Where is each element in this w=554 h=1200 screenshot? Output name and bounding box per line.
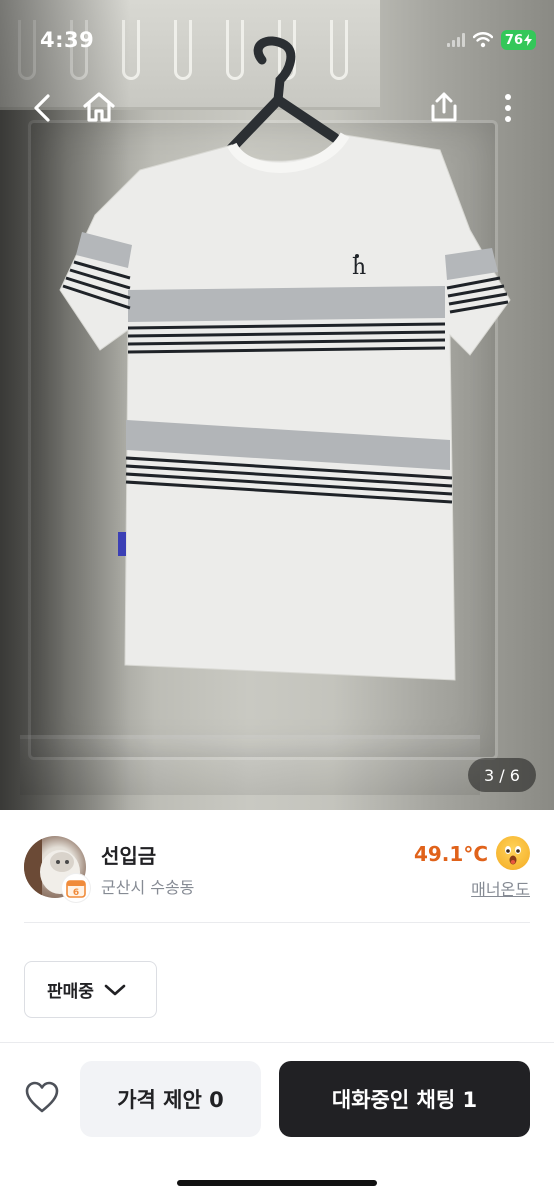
wifi-icon	[472, 32, 493, 48]
charging-icon	[524, 34, 532, 46]
manner-temperature: 49.1°C	[413, 842, 488, 866]
image-counter: 3 / 6	[468, 758, 536, 792]
battery-level: 76	[504, 32, 523, 48]
battery-indicator: 76	[500, 30, 536, 50]
like-button[interactable]	[24, 1080, 60, 1114]
status-time: 4:39	[40, 28, 95, 52]
manner-temperature-link[interactable]: 매너온도	[471, 876, 530, 900]
share-icon	[431, 92, 457, 122]
chevron-down-icon	[104, 984, 126, 995]
section-divider	[24, 922, 530, 923]
signal-icon	[446, 33, 465, 47]
more-button[interactable]	[492, 88, 524, 128]
product-photo[interactable]: h 4:39 76 3 / 6	[0, 0, 554, 810]
temperature-face-icon	[496, 836, 530, 870]
home-indicator	[177, 1180, 377, 1186]
seller-location: 군산시 수송동	[101, 878, 195, 897]
badge-number: 6	[73, 888, 79, 898]
more-vertical-icon	[505, 94, 511, 122]
svg-text:h: h	[352, 255, 366, 280]
active-chats-button[interactable]: 대화중인 채팅 1	[279, 1061, 530, 1137]
price-offer-button[interactable]: 가격 제안 0	[80, 1061, 261, 1137]
share-button[interactable]	[423, 86, 465, 128]
home-button[interactable]	[78, 86, 120, 128]
chevron-left-icon	[34, 94, 50, 122]
sale-status-dropdown[interactable]: 판매중	[24, 961, 157, 1018]
home-icon	[83, 92, 115, 122]
calendar-badge-icon: 6	[62, 874, 90, 902]
sale-status-label: 판매중	[47, 982, 94, 1002]
status-indicators: 76	[446, 30, 536, 50]
bottom-bar-divider	[0, 1042, 554, 1043]
seller-name[interactable]: 선입금	[101, 840, 156, 869]
seller-profile[interactable]: 6 선입금 군산시 수송동 49.1°C 매너온도	[24, 834, 530, 904]
back-button[interactable]	[22, 88, 62, 128]
heart-icon	[25, 1081, 59, 1113]
